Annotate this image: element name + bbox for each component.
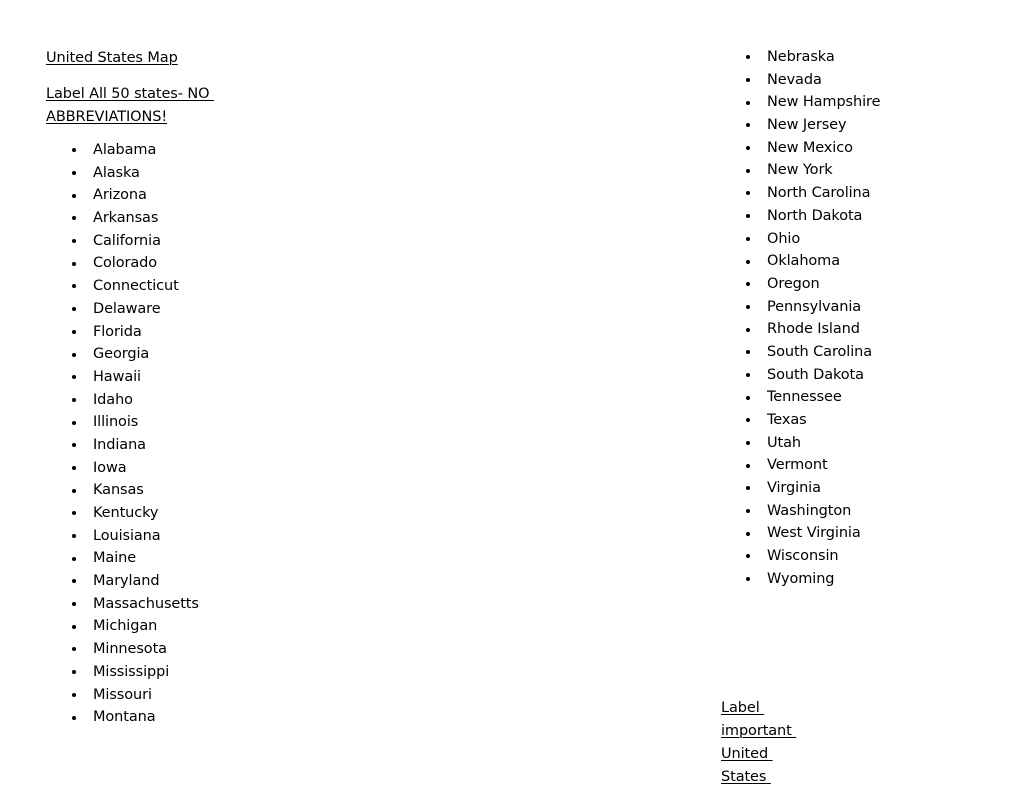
- state-label: Florida: [93, 323, 142, 340]
- list-item: Colorado: [72, 252, 199, 275]
- list-item: Florida: [72, 321, 199, 344]
- state-label: Arkansas: [93, 210, 159, 227]
- list-item: Idaho: [72, 389, 199, 412]
- list-item: Michigan: [72, 615, 199, 638]
- state-label: Alaska: [93, 164, 140, 181]
- state-label: Michigan: [93, 618, 158, 635]
- column-left: United States Map Label All 50 states- N…: [0, 0, 350, 788]
- state-label: Arizona: [93, 187, 147, 204]
- list-item: Maine: [72, 547, 199, 570]
- worksheet-page: United States Map Label All 50 states- N…: [0, 0, 1020, 788]
- list-item: Delaware: [72, 298, 199, 321]
- list-item: Missouri: [72, 684, 199, 707]
- list-item: Arizona: [72, 184, 199, 207]
- state-label: Delaware: [93, 300, 161, 317]
- list-item: Alabama: [72, 139, 199, 162]
- state-label: Illinois: [93, 414, 139, 431]
- list-item: Massachusetts: [72, 593, 199, 616]
- list-item: Kansas: [72, 479, 199, 502]
- list-item: Iowa: [72, 457, 199, 480]
- list-item: Alaska: [72, 162, 199, 185]
- list-item: Georgia: [72, 343, 199, 366]
- list-item: Hawaii: [72, 366, 199, 389]
- list-item: Mississippi: [72, 661, 199, 684]
- instruction-heading: Label All 50 states- NO ABBREVIATIONS!: [46, 83, 296, 129]
- state-label: Idaho: [93, 391, 133, 408]
- state-label: California: [93, 232, 161, 249]
- page-title-text: United States Map: [46, 50, 178, 66]
- list-item: Minnesota: [72, 638, 199, 661]
- state-label: Iowa: [93, 459, 127, 476]
- state-label: Kentucky: [93, 505, 159, 521]
- state-label: Maine: [93, 550, 137, 567]
- state-label: Missouri: [93, 686, 152, 703]
- state-label: Hawaii: [93, 368, 141, 385]
- state-label: Louisiana: [93, 527, 161, 544]
- state-label: Montana: [93, 709, 156, 726]
- list-item: California: [72, 230, 199, 253]
- list-item: Louisiana: [72, 525, 199, 548]
- state-label: Colorado: [93, 255, 158, 272]
- state-label: Minnesota: [93, 641, 167, 658]
- state-label: Georgia: [93, 346, 150, 363]
- instruction-heading-line1: Label All 50 states- NO: [46, 86, 214, 102]
- state-label: Connecticut: [93, 278, 179, 295]
- state-label: Kansas: [93, 482, 144, 499]
- list-item: Kentucky: [72, 502, 199, 525]
- state-label: Maryland: [93, 573, 160, 590]
- state-label: Mississippi: [93, 663, 170, 680]
- state-label: Alabama: [93, 142, 157, 158]
- instruction-heading-line2: ABBREVIATIONS!: [46, 109, 168, 125]
- state-label: Massachusetts: [93, 595, 199, 612]
- list-item: Arkansas: [72, 207, 199, 230]
- state-label: Indiana: [93, 436, 146, 453]
- page-title: United States Map: [46, 47, 178, 70]
- column-right: New York City Los Angeles Chicago Housto…: [690, 0, 1020, 788]
- list-item: Illinois: [72, 411, 199, 434]
- list-item: Maryland: [72, 570, 199, 593]
- list-item: Indiana: [72, 434, 199, 457]
- list-item: Montana: [72, 706, 199, 729]
- column-middle: Nebraska Nevada New Hampshire New Jersey…: [350, 0, 880, 788]
- states-list-column-a: Alabama Alaska Arizona Arkansas Californ…: [72, 139, 199, 729]
- list-item: Connecticut: [72, 275, 199, 298]
